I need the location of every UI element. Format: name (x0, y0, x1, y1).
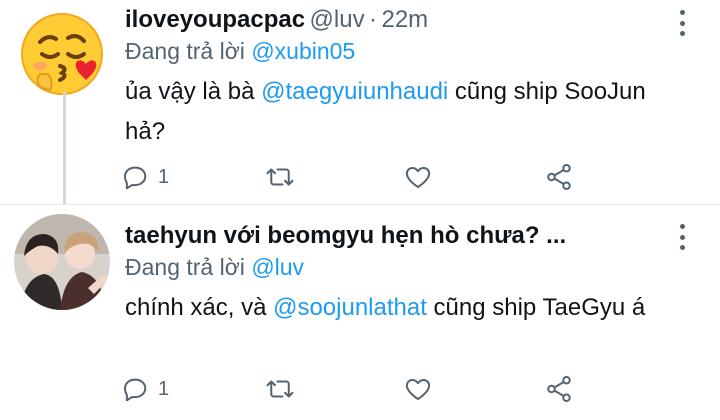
reply-prefix: Đang trả lời (125, 254, 245, 280)
more-icon[interactable] (678, 10, 686, 36)
reply-prefix: Đang trả lời (125, 38, 245, 64)
handle[interactable]: @luv (310, 6, 365, 33)
tweet-header: taehyun với beomgyu hẹn hò chưa? ... (125, 222, 680, 250)
text-part: cũng ship TaeGyu á (426, 294, 646, 321)
reply-button[interactable]: 1 (120, 160, 169, 194)
display-name[interactable]: iloveyoupacpac (125, 6, 305, 33)
replying-to: Đang trả lời @xubin05 (125, 38, 355, 65)
retweet-button[interactable] (265, 372, 295, 406)
retweet-icon (266, 380, 294, 398)
thread-line (63, 92, 66, 205)
reply-button[interactable]: 1 (120, 372, 169, 406)
comment-icon (124, 166, 147, 190)
share-button[interactable] (544, 372, 574, 406)
timestamp[interactable]: 22m (381, 6, 428, 33)
reply-count: 1 (158, 377, 170, 400)
share-icon (547, 376, 571, 402)
tweet-text: chính xác, và @soojunlathat cũng ship Ta… (125, 288, 680, 328)
comment-icon (124, 378, 147, 402)
profile-photo (14, 214, 110, 310)
avatar-photo[interactable] (14, 214, 110, 310)
retweet-icon (266, 168, 294, 186)
retweet-button[interactable] (265, 160, 295, 194)
reply-to-mention[interactable]: @xubin05 (251, 38, 355, 64)
heart-icon (405, 167, 431, 188)
body-mention[interactable]: @soojunlathat (273, 294, 427, 321)
emoji-blowing-kiss-icon (21, 13, 103, 95)
share-button[interactable] (544, 160, 574, 194)
like-button[interactable] (403, 372, 433, 406)
more-icon[interactable] (678, 224, 686, 250)
tweet-header: iloveyoupacpac @luv · 22m (125, 6, 680, 34)
avatar-emoji[interactable] (20, 12, 104, 96)
tweet-text: ủa vậy là bà @taegyuiunhaudi cũng ship S… (125, 72, 680, 152)
display-name[interactable]: taehyun với beomgyu hẹn hò chưa? ... (125, 222, 566, 249)
reply-to-mention[interactable]: @luv (251, 254, 304, 280)
like-button[interactable] (403, 160, 433, 194)
share-icon (547, 164, 571, 190)
heart-icon (405, 379, 431, 400)
body-mention[interactable]: @taegyuiunhaudi (261, 78, 448, 105)
text-part: ủa vậy là bà (125, 78, 262, 105)
separator-dot: · (369, 6, 378, 33)
reply-count: 1 (158, 165, 170, 188)
tweet-1[interactable]: iloveyoupacpac @luv · 22m Đang trả lời @… (0, 0, 720, 205)
text-part: chính xác, và (125, 294, 274, 321)
replying-to: Đang trả lời @luv (125, 254, 304, 281)
action-bar: 1 (120, 372, 590, 406)
action-bar: 1 (120, 160, 590, 194)
